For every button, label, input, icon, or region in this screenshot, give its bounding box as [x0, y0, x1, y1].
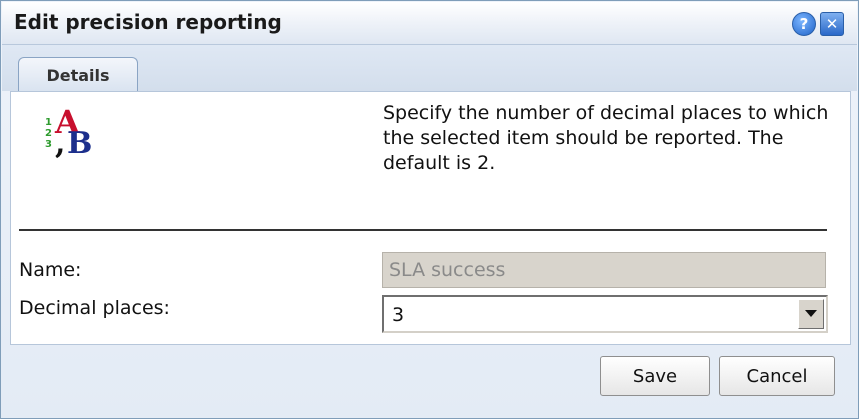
- icon-letter-b: B: [67, 126, 92, 161]
- description-text: Specify the number of decimal places to …: [383, 102, 829, 174]
- decimal-places-value: 3: [392, 304, 405, 326]
- close-icon[interactable]: ✕: [820, 12, 844, 36]
- decimal-places-label: Decimal places:: [19, 297, 170, 319]
- chevron-down-icon[interactable]: [798, 299, 824, 329]
- tab-strip: Details: [2, 45, 857, 92]
- icon-comma: ,: [55, 126, 65, 161]
- icon-digit-2: 2: [45, 128, 52, 139]
- edit-precision-dialog: Edit precision reporting ? ✕ Details 1 2…: [0, 0, 859, 419]
- name-field: SLA success: [382, 252, 826, 288]
- divider: [19, 229, 827, 231]
- icon-digit-1: 1: [45, 117, 52, 128]
- tab-details[interactable]: Details: [18, 57, 138, 92]
- cancel-button[interactable]: Cancel: [719, 356, 835, 396]
- save-button[interactable]: Save: [600, 356, 710, 396]
- dialog-title: Edit precision reporting: [14, 10, 282, 34]
- icon-digit-3: 3: [45, 139, 52, 150]
- ab-formatting-icon: 1 2 3 A , B: [45, 103, 92, 161]
- dialog-title-bar[interactable]: Edit precision reporting ? ✕: [2, 2, 857, 45]
- decimal-places-select[interactable]: 3: [382, 295, 828, 333]
- help-icon[interactable]: ?: [792, 12, 816, 36]
- name-label: Name:: [19, 259, 82, 281]
